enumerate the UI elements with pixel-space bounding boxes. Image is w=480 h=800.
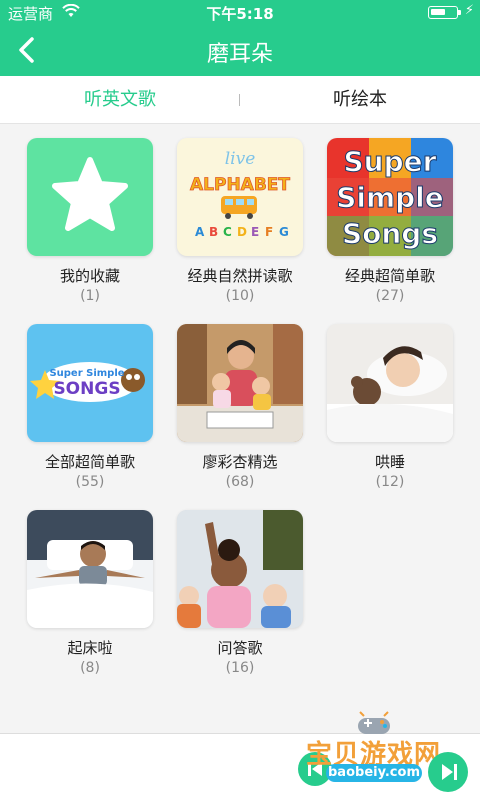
watermark-url: baobeiy.com (326, 764, 422, 782)
album-count: (27) (375, 288, 405, 304)
cover-text: Songs (342, 217, 438, 250)
album-cover (177, 510, 303, 628)
cover-text: Super (344, 145, 437, 178)
album-card-phonics[interactable]: live ALPHABET A B C D E F G 经典自然拼读歌 (10) (177, 138, 303, 304)
cover-text: ALPHABET (190, 175, 290, 195)
cover-text: live (225, 149, 256, 169)
super-simple-songs-cover: Super Simple Songs (327, 138, 453, 256)
cover-text: SONGS (53, 379, 120, 399)
album-title: 我的收藏 (59, 267, 120, 285)
super-simple-songs-banner: Super Simple SONGS (30, 362, 145, 402)
album-card-liao-picks[interactable]: 廖彩杏精选 (68) (177, 324, 303, 490)
album-card-lullaby[interactable]: 哄睡 (12) (327, 324, 453, 490)
album-count: (16) (225, 660, 255, 676)
battery-icon (428, 6, 458, 19)
status-bar: 运营商 下午5:18 ⚡ (0, 0, 480, 24)
album-cover: Super Simple SONGS (27, 324, 153, 442)
tab-bar: 听英文歌 听绘本 (0, 76, 480, 124)
album-card-qa-songs[interactable]: 问答歌 (16) (177, 510, 303, 676)
cover-letter: F (265, 225, 273, 239)
album-title: 问答歌 (217, 639, 263, 657)
cover-letter: E (251, 225, 259, 239)
cover-letter: C (223, 225, 232, 239)
album-count: (55) (75, 474, 105, 490)
album-cover (27, 138, 153, 256)
tab-english-songs[interactable]: 听英文歌 (0, 76, 240, 124)
album-count: (10) (225, 288, 255, 304)
album-count: (8) (80, 660, 100, 676)
photo-teacher-with-kids (177, 324, 303, 442)
photo-girl-raising-hand (177, 510, 303, 628)
album-count: (68) (225, 474, 255, 490)
album-cover (27, 510, 153, 628)
cover-text: Simple (336, 181, 444, 214)
album-count: (12) (375, 474, 405, 490)
cover-letter: D (237, 225, 247, 239)
star-icon (52, 157, 128, 231)
album-card-wake-up[interactable]: 起床啦 (8) (27, 510, 153, 676)
clock: 下午5:18 (206, 5, 274, 23)
battery-tip (458, 10, 461, 15)
tab-picture-books[interactable]: 听绘本 (240, 76, 480, 124)
next-track-icon[interactable] (428, 752, 468, 792)
page-title: 磨耳朵 (206, 42, 273, 67)
charging-icon: ⚡ (464, 3, 474, 18)
album-cover (327, 324, 453, 442)
cover-letter: G (279, 225, 289, 239)
photo-boy-waking-up (27, 510, 153, 628)
gamepad-icon (358, 711, 390, 734)
album-card-classic-simple[interactable]: Super Simple Songs 经典超简单歌 (27) (327, 138, 453, 304)
album-title: 起床啦 (67, 639, 113, 657)
watermark: 宝贝游戏网 baobeiy.com (296, 708, 472, 796)
album-cover: live ALPHABET A B C D E F G (177, 138, 303, 256)
album-title: 经典超简单歌 (344, 267, 435, 285)
album-card-favorites[interactable]: 我的收藏 (1) (27, 138, 153, 304)
nav-bar: 磨耳朵 (0, 24, 480, 76)
album-title: 哄睡 (374, 453, 405, 471)
album-title: 廖彩杏精选 (202, 453, 278, 471)
album-title: 经典自然拼读歌 (187, 267, 293, 285)
album-title: 全部超简单歌 (44, 453, 135, 471)
album-count: (1) (80, 288, 100, 304)
album-cover: Super Simple Songs (327, 138, 453, 256)
live-alphabet-cover: live ALPHABET A B C D E F G (190, 149, 291, 239)
cover-letter: A (195, 225, 205, 239)
cover-text: Super Simple (49, 368, 124, 379)
cover-letter: B (209, 225, 218, 239)
album-card-all-simple[interactable]: Super Simple SONGS 全部超简单歌 (55) (27, 324, 153, 490)
album-cover (177, 324, 303, 442)
photo-sleeping-girl (327, 324, 453, 442)
